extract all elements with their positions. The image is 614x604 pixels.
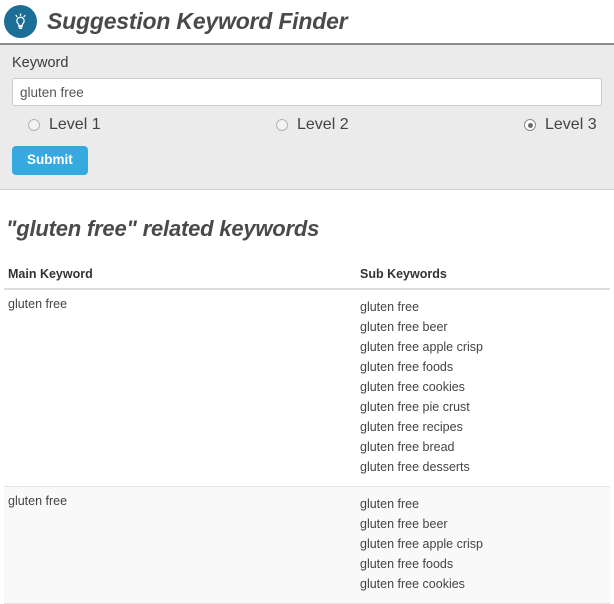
list-item: gluten free beer (360, 319, 448, 334)
list-item: gluten free (360, 496, 420, 511)
radio-level-3-label: Level 3 (545, 116, 597, 133)
sub-keywords-cell: gluten free gluten free beer gluten free… (356, 288, 610, 487)
level-radio-group: Level 1 Level 2 Level 3 (12, 116, 602, 134)
table-row: gluten free gluten free gluten free beer… (4, 486, 610, 604)
main-keyword-cell: gluten free (4, 288, 356, 487)
list-item: gluten free apple crisp (360, 536, 483, 551)
list-item: gluten free apple crisp (360, 339, 483, 354)
list-item: gluten free cookies (360, 379, 465, 394)
list-item: gluten free foods (360, 359, 454, 374)
radio-level-2-indicator[interactable] (276, 119, 288, 131)
keyword-label: Keyword (12, 55, 69, 71)
app-header: Suggestion Keyword Finder (0, 0, 614, 43)
keyword-search-form: Keyword Level 1 Level 2 Level 3 Submit (0, 43, 614, 190)
table-header-row: Main Keyword Sub Keywords (4, 266, 610, 290)
list-item: gluten free foods (360, 556, 454, 571)
keyword-input[interactable] (12, 78, 602, 106)
list-item: gluten free desserts (360, 459, 470, 474)
list-item: gluten free pie crust (360, 399, 470, 414)
lightbulb-icon (4, 5, 37, 38)
submit-button[interactable]: Submit (12, 146, 88, 175)
main-keyword-cell: gluten free (4, 486, 356, 604)
radio-level-3[interactable]: Level 3 (524, 116, 597, 134)
list-item: gluten free (360, 299, 420, 314)
column-header-sub-keywords: Sub Keywords (356, 266, 610, 290)
results-title: "gluten free" related keywords (6, 215, 320, 241)
sub-keyword-list: gluten free gluten free beer gluten free… (360, 297, 610, 477)
sub-keyword-list: gluten free gluten free beer gluten free… (360, 494, 610, 594)
sub-keywords-cell: gluten free gluten free beer gluten free… (356, 486, 610, 604)
radio-level-1-indicator[interactable] (28, 119, 40, 131)
list-item: gluten free cookies (360, 576, 465, 591)
list-item: gluten free beer (360, 516, 448, 531)
radio-level-2-label: Level 2 (297, 116, 349, 133)
radio-level-1-label: Level 1 (49, 116, 101, 133)
keyword-results-table: Main Keyword Sub Keywords gluten free gl… (4, 266, 610, 604)
radio-level-2[interactable]: Level 2 (276, 116, 524, 134)
results-section: "gluten free" related keywords Main Keyw… (0, 216, 614, 604)
radio-level-1[interactable]: Level 1 (28, 116, 276, 134)
list-item: gluten free recipes (360, 419, 463, 434)
radio-level-3-indicator[interactable] (524, 119, 536, 131)
column-header-main-keyword: Main Keyword (4, 266, 356, 290)
app-title: Suggestion Keyword Finder (47, 8, 348, 34)
table-body: gluten free gluten free gluten free beer… (4, 288, 610, 604)
list-item: gluten free bread (360, 439, 455, 454)
table-row: gluten free gluten free gluten free beer… (4, 288, 610, 487)
